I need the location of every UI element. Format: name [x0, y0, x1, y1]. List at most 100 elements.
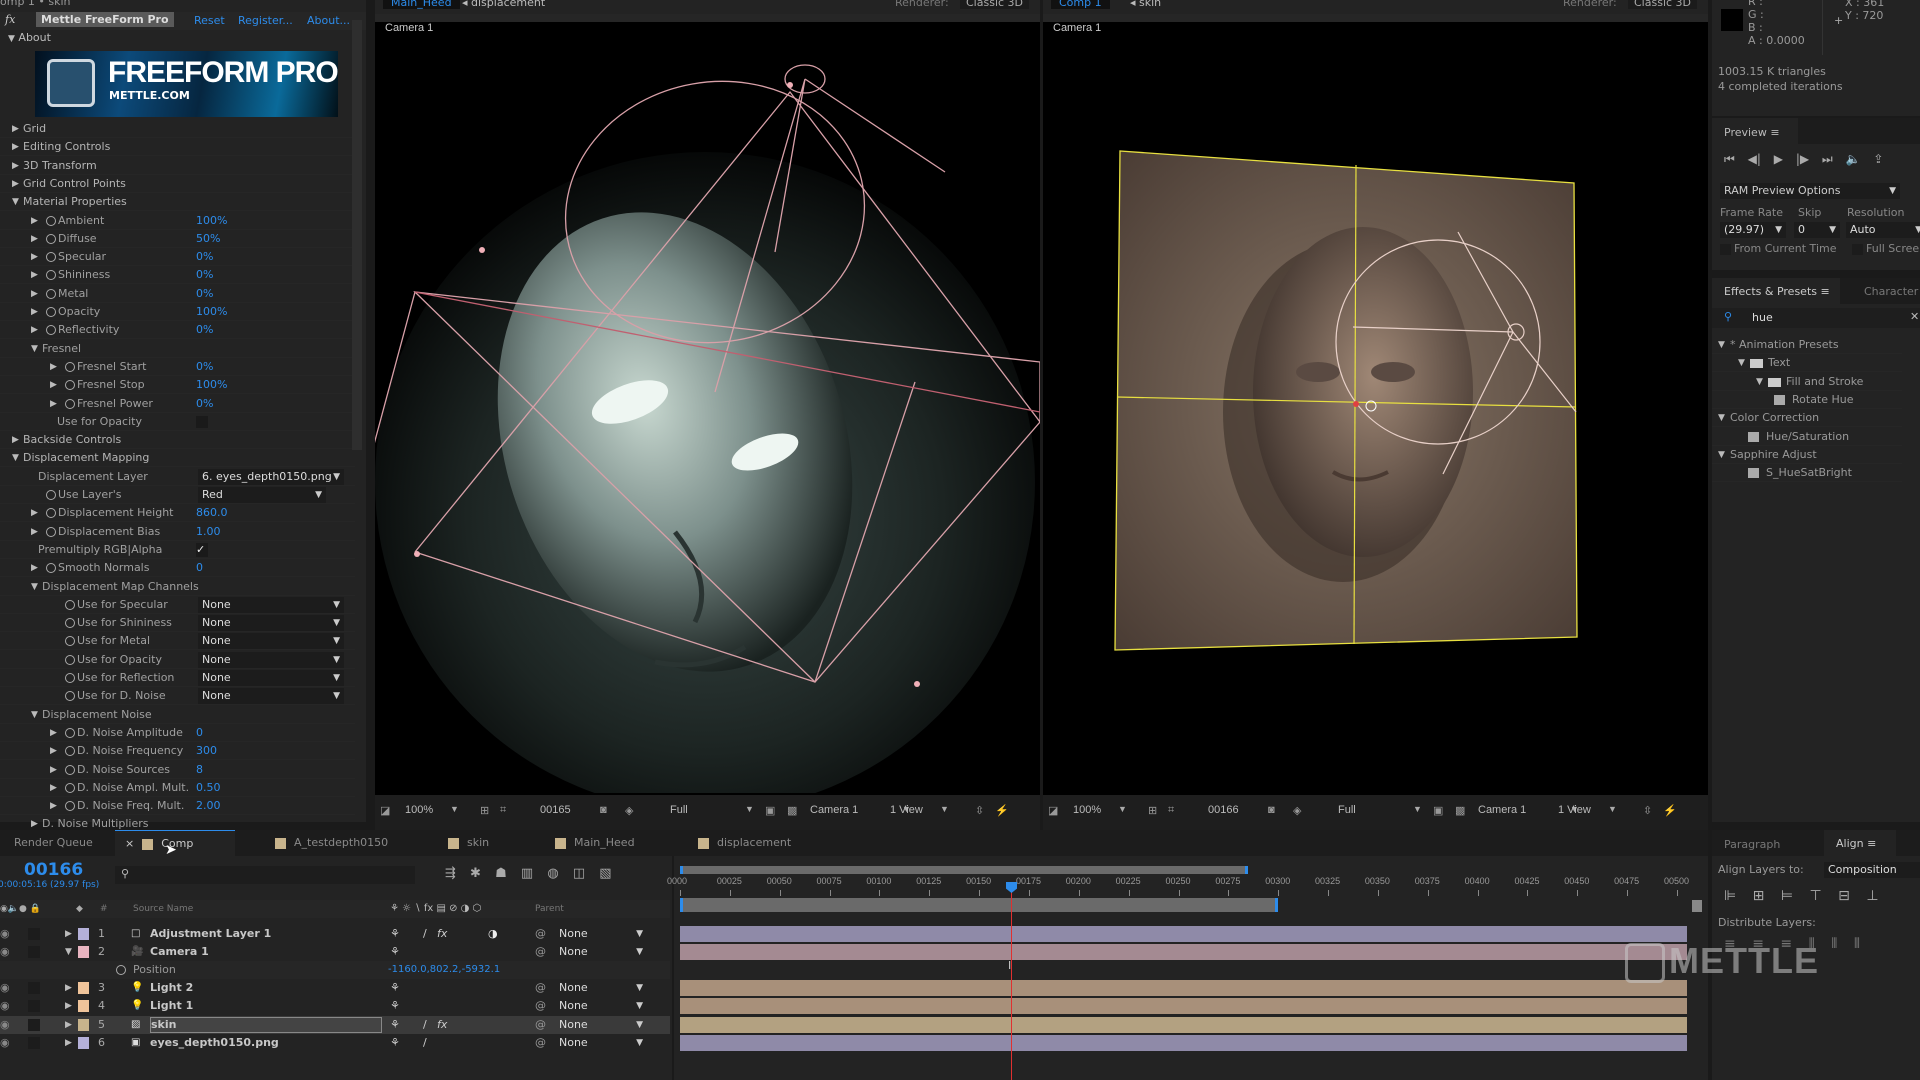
effect-row-use-for-opacity[interactable]: Use for Opacity None: [0, 651, 355, 669]
effect-row-displacement-bias[interactable]: ▶ Displacement Bias 1.00: [0, 523, 355, 541]
stopwatch-icon[interactable]: [46, 215, 56, 226]
twirl-closed-icon[interactable]: ▶: [31, 266, 38, 284]
stopwatch-icon[interactable]: [65, 654, 75, 665]
preset-item-rotate-hue[interactable]: Rotate Hue: [1712, 391, 1902, 409]
tab-a-testdepth0150[interactable]: A_testdepth0150: [275, 830, 388, 856]
parent-dropdown[interactable]: None: [555, 1017, 647, 1033]
align-top-icon[interactable]: ⊤: [1810, 888, 1822, 904]
twirl-closed-icon[interactable]: ▶: [65, 997, 72, 1015]
effect-row-use-for-specular[interactable]: Use for Specular None: [0, 596, 355, 614]
parent-header[interactable]: Parent: [535, 900, 564, 918]
twirl-closed-icon[interactable]: ▶: [50, 742, 57, 760]
source-name-header[interactable]: Source Name: [133, 900, 193, 918]
pixel-aspect-icon[interactable]: ⇳: [975, 804, 984, 817]
stopwatch-icon[interactable]: [46, 233, 56, 244]
effect-row-3d-transform[interactable]: ▶ 3D Transform: [0, 157, 355, 175]
twirl-open-icon[interactable]: ▼: [1738, 354, 1745, 372]
about-link[interactable]: About...: [307, 14, 350, 27]
effect-row-displacement-noise[interactable]: ▼ Displacement Noise: [0, 706, 355, 724]
shy-switch-icon[interactable]: ⚘: [390, 925, 400, 943]
shy-switch-icon[interactable]: ⚘: [390, 1034, 400, 1052]
stopwatch-icon[interactable]: [65, 764, 75, 775]
effect-row-use-for-d-noise[interactable]: Use for D. Noise None: [0, 687, 355, 706]
property-value[interactable]: 100%: [196, 376, 227, 394]
zoom-slider[interactable]: [1692, 900, 1702, 912]
fast-preview-icon[interactable]: ⚡: [995, 804, 1009, 817]
shy-switch-icon[interactable]: ⚘: [390, 1016, 400, 1034]
viewer-canvas[interactable]: [1043, 22, 1708, 793]
effect-name[interactable]: Mettle FreeForm Pro: [36, 12, 174, 27]
twirl-closed-icon[interactable]: ▶: [31, 559, 38, 577]
effect-row-displacement-mapping[interactable]: ▼ Displacement Mapping: [0, 449, 355, 468]
effect-row-use-for-metal[interactable]: Use for Metal None: [0, 632, 355, 651]
loop-icon[interactable]: ⇪: [1873, 152, 1883, 166]
comp-tab[interactable]: Main_Heed: [383, 0, 460, 9]
full-screen-checkbox[interactable]: Full Screen: [1852, 242, 1920, 255]
layer-duration-bar[interactable]: [680, 944, 1687, 960]
effect-row-fresnel-start[interactable]: ▶ Fresnel Start 0%: [0, 358, 355, 376]
twirl-closed-icon[interactable]: ▶: [50, 376, 57, 394]
quality-switch-icon[interactable]: /: [423, 1034, 427, 1052]
twirl-closed-icon[interactable]: ▶: [31, 303, 38, 321]
current-time-indicator[interactable]: [1011, 884, 1012, 1080]
quality-switch-icon[interactable]: /: [423, 1016, 427, 1034]
stopwatch-icon[interactable]: [116, 965, 126, 975]
comp-tab[interactable]: Comp 1: [1051, 0, 1110, 9]
property-value[interactable]: 0%: [196, 358, 213, 376]
stopwatch-icon[interactable]: [65, 673, 75, 683]
audio-icon[interactable]: 🔈: [1846, 152, 1861, 166]
label-color-swatch[interactable]: [78, 1019, 89, 1031]
twirl-open-icon[interactable]: ▼: [1718, 409, 1725, 427]
pick-whip-icon[interactable]: @: [535, 925, 546, 943]
effect-row-d-noise-freq-mult[interactable]: ▶ D. Noise Freq. Mult. 2.00: [0, 797, 355, 816]
effects-switch-icon[interactable]: fx: [437, 1016, 447, 1034]
frame-rate-dropdown[interactable]: (29.97): [1720, 222, 1786, 238]
effect-row-smooth-normals[interactable]: ▶ Smooth Normals 0: [0, 559, 355, 578]
paragraph-tab[interactable]: Paragraph: [1724, 838, 1780, 851]
fast-preview-icon[interactable]: ⚡: [1663, 804, 1677, 817]
grid-toggle-icon[interactable]: ⊞: [480, 804, 489, 817]
zoom-dropdown[interactable]: 100% ▼: [1073, 804, 1127, 816]
frame-blending-icon[interactable]: ▥: [521, 866, 533, 881]
align-vcenter-icon[interactable]: ⊟: [1838, 888, 1850, 904]
layer-row[interactable]: ◉ ▼ 2 🎥 Camera 1 ⚘ @ None: [0, 943, 670, 961]
shy-switch-icon[interactable]: ⚘: [390, 979, 400, 997]
distribute-hcenter-icon[interactable]: ⦀: [1831, 936, 1837, 952]
motion-blur-icon[interactable]: ◍: [547, 866, 558, 881]
prev-frame-icon[interactable]: ◀|: [1748, 152, 1761, 166]
property-value[interactable]: 50%: [196, 230, 220, 248]
twirl-open-icon[interactable]: ▼: [12, 449, 19, 467]
property-value[interactable]: 0: [196, 559, 203, 577]
twirl-closed-icon[interactable]: ▶: [50, 761, 57, 779]
visibility-toggle[interactable]: ◉: [0, 979, 10, 997]
stopwatch-icon[interactable]: [46, 270, 56, 281]
align-tab[interactable]: Align ≡: [1824, 830, 1896, 856]
layer-duration-bar[interactable]: [680, 1035, 1687, 1051]
resolution-dropdown[interactable]: Full ▼: [1338, 804, 1422, 816]
pick-whip-icon[interactable]: @: [535, 997, 546, 1015]
shy-switch-icon[interactable]: ⚘: [390, 997, 400, 1015]
property-value[interactable]: 1.00: [196, 523, 221, 541]
align-to-dropdown[interactable]: Composition: [1824, 862, 1920, 878]
effect-row-grid-control-points[interactable]: ▶ Grid Control Points: [0, 175, 355, 193]
effect-row-displacement-height[interactable]: ▶ Displacement Height 860.0: [0, 504, 355, 523]
view-layout-dropdown[interactable]: 1 View ▼: [1558, 804, 1617, 816]
tab-render-queue[interactable]: Render Queue: [14, 830, 93, 856]
transparency-icon[interactable]: ▩: [1455, 804, 1465, 817]
effect-row-use-layer-s[interactable]: Use Layer's Red: [0, 486, 355, 504]
property-checkbox[interactable]: ✓: [196, 542, 208, 557]
effect-row-d-noise-ampl-mult[interactable]: ▶ D. Noise Ampl. Mult. 0.50: [0, 779, 355, 797]
always-preview-icon[interactable]: ◪: [1048, 804, 1058, 817]
twirl-closed-icon[interactable]: ▶: [31, 248, 38, 266]
twirl-closed-icon[interactable]: ▶: [50, 724, 57, 742]
layer-name[interactable]: Light 1: [150, 997, 193, 1015]
tab-main-heed[interactable]: Main_Heed: [555, 830, 635, 856]
play-icon[interactable]: ▶: [1774, 152, 1783, 166]
first-frame-icon[interactable]: ⏮: [1724, 152, 1735, 166]
twirl-closed-icon[interactable]: ▶: [50, 395, 57, 413]
pixel-aspect-icon[interactable]: ⇳: [1643, 804, 1652, 817]
twirl-open-icon[interactable]: ▼: [31, 578, 38, 596]
twirl-open-icon[interactable]: ▼: [1756, 373, 1763, 391]
effect-row-opacity[interactable]: ▶ Opacity 100%: [0, 303, 355, 321]
effect-row-use-for-opacity[interactable]: Use for Opacity: [0, 413, 355, 431]
